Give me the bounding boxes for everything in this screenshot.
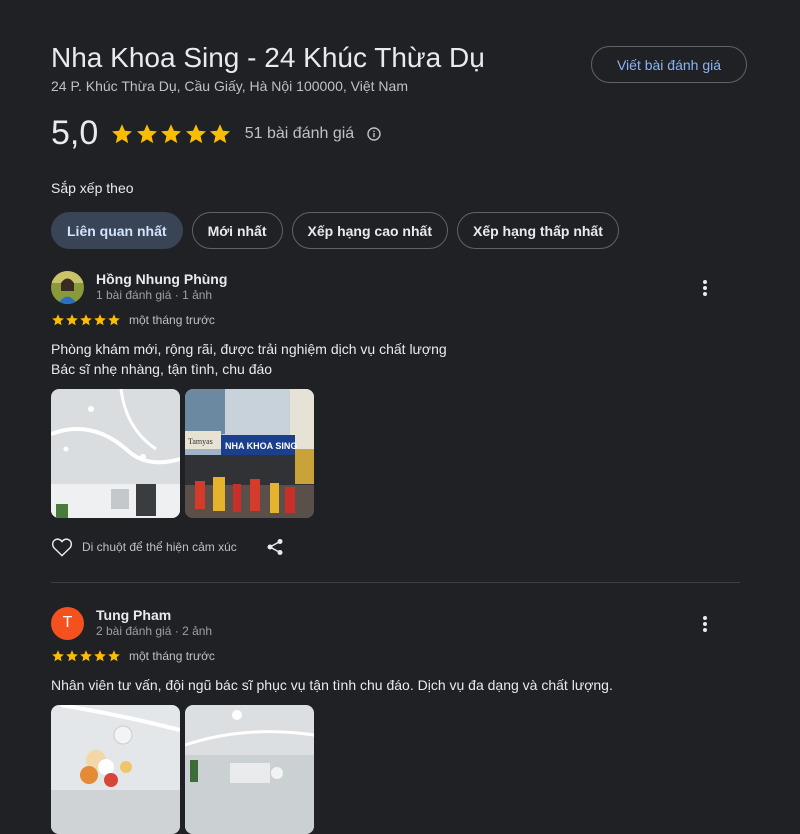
react-hint: Di chuột để thể hiện cảm xúc xyxy=(82,540,237,554)
clinic-hall-photo xyxy=(185,705,314,834)
review-text: Nhân viên tư vấn, đội ngũ bác sĩ phục vụ… xyxy=(51,675,741,695)
more-options-icon[interactable] xyxy=(695,614,715,634)
star-icon xyxy=(110,122,134,146)
sort-label: Sắp xếp theo xyxy=(51,180,134,196)
photo-sign-left: Tamyas xyxy=(188,437,213,446)
star-icon xyxy=(93,313,107,327)
review-time: một tháng trước xyxy=(129,313,215,327)
star-icon xyxy=(107,649,121,663)
sort-chip-relevant[interactable]: Liên quan nhất xyxy=(51,212,183,249)
review-text: Phòng khám mới, rộng rãi, được trải nghi… xyxy=(51,339,741,379)
place-address: 24 P. Khúc Thừa Dụ, Cầu Giấy, Hà Nội 100… xyxy=(51,78,408,94)
reviewer-meta: 1 bài đánh giá · 1 ảnh xyxy=(96,288,213,302)
rating-summary: 5,0 51 bài đánh giá xyxy=(51,114,382,153)
review-time: một tháng trước xyxy=(129,649,215,663)
star-icon xyxy=(51,649,65,663)
star-icon xyxy=(159,122,183,146)
write-review-button[interactable]: Viết bài đánh giá xyxy=(591,46,747,83)
sort-chips: Liên quan nhất Mới nhất Xếp hạng cao nhấ… xyxy=(51,212,619,249)
star-icon xyxy=(107,313,121,327)
avatar[interactable]: T xyxy=(51,606,84,640)
star-icon xyxy=(184,122,208,146)
star-icon xyxy=(79,649,93,663)
heart-icon[interactable] xyxy=(51,537,73,557)
rating-value: 5,0 xyxy=(51,114,99,152)
more-options-icon[interactable] xyxy=(695,278,715,298)
reviewer-meta: 2 bài đánh giá · 2 ảnh xyxy=(96,624,213,638)
star-icon xyxy=(51,313,65,327)
review-photo[interactable] xyxy=(51,705,180,834)
star-icon xyxy=(93,649,107,663)
clinic-interior-photo xyxy=(51,389,180,518)
review-text-line: Phòng khám mới, rộng rãi, được trải nghi… xyxy=(51,341,447,357)
reviewer-name[interactable]: Hồng Nhung Phùng xyxy=(96,271,227,288)
place-title: Nha Khoa Sing - 24 Khúc Thừa Dụ xyxy=(51,42,485,73)
reviewer-name[interactable]: Tung Pham xyxy=(96,607,212,624)
sort-chip-highest[interactable]: Xếp hạng cao nhất xyxy=(291,212,448,249)
clinic-reception-photo xyxy=(51,705,180,834)
review-photo[interactable]: Tamyas NHA KHOA SING xyxy=(185,389,314,518)
star-icon xyxy=(79,313,93,327)
review-text-line: Bác sĩ nhẹ nhàng, tận tình, chu đáo xyxy=(51,361,273,377)
review-item: Hồng Nhung Phùng 1 bài đánh giá · 1 ảnh … xyxy=(51,270,741,559)
star-icon xyxy=(65,313,79,327)
info-icon[interactable] xyxy=(366,126,382,142)
review-stars xyxy=(51,313,121,327)
star-icon xyxy=(65,649,79,663)
review-item: T Tung Pham 2 bài đánh giá · 2 ảnh một t… xyxy=(51,606,741,834)
review-text-line: Nhân viên tư vấn, đội ngũ bác sĩ phục vụ… xyxy=(51,677,613,693)
avatar-photo xyxy=(51,270,84,304)
sort-chip-lowest[interactable]: Xếp hạng thấp nhất xyxy=(456,212,619,249)
rating-stars xyxy=(110,122,233,146)
share-icon[interactable] xyxy=(266,538,284,556)
review-photo[interactable] xyxy=(51,389,180,518)
avatar[interactable] xyxy=(51,270,84,304)
review-divider xyxy=(51,582,740,583)
star-icon xyxy=(135,122,159,146)
clinic-storefront-photo: Tamyas NHA KHOA SING xyxy=(185,389,314,518)
review-count: 51 bài đánh giá xyxy=(244,124,355,142)
photo-sign-text: NHA KHOA SING xyxy=(225,441,297,451)
sort-chip-newest[interactable]: Mới nhất xyxy=(191,212,283,249)
review-stars xyxy=(51,649,121,663)
star-icon xyxy=(208,122,232,146)
review-photo[interactable] xyxy=(185,705,314,834)
